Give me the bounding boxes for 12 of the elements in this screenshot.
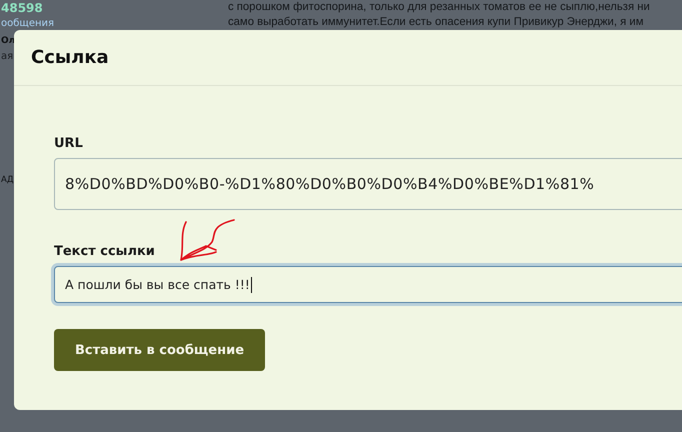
field-label: URL <box>54 136 83 152</box>
post-text: само выработать иммунитет.Если есть опасения купи Привикур Энерджи, я им <box>228 15 644 30</box>
post-text: с порошком фитоспорина, только для резанных томатов ее не сыплю,нельзя ни <box>228 0 650 15</box>
insert-button[interactable]: Вставить в сообщение <box>54 329 266 371</box>
field-label: Текст ссылки <box>54 244 155 260</box>
post-count: 48598 <box>1 0 43 16</box>
url-field[interactable]: 8%D0%BD%D0%B0-%D1%80%D0%B0%D0%B4%D0%BE%D1%81% <box>54 158 682 210</box>
link-text-field[interactable]: А пошли бы вы все спать !!! <box>54 266 682 303</box>
side-label: АД <box>1 175 14 185</box>
messages-label: ообщения <box>1 17 54 31</box>
dialog-title: Ссылка <box>31 47 109 68</box>
user-status: ая <box>1 50 14 64</box>
